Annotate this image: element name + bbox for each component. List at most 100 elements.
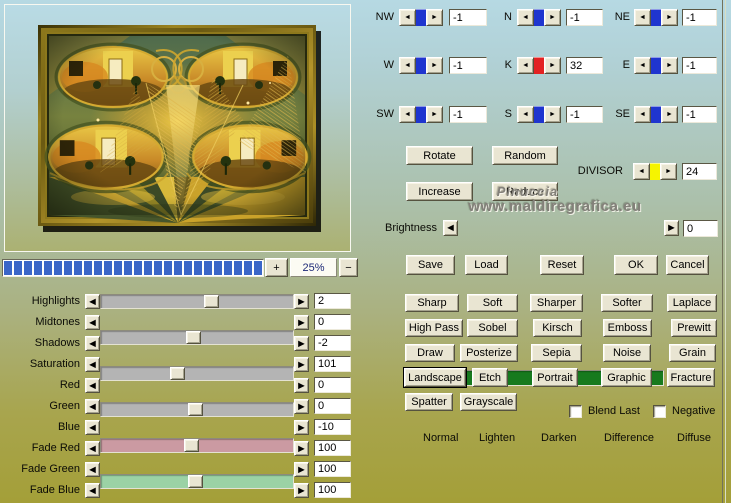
spinner-right-arrow[interactable]: ► <box>426 57 443 74</box>
slider-right-arrow[interactable]: ► <box>294 357 309 372</box>
spinner-left-arrow[interactable]: ◄ <box>634 57 651 74</box>
slider-value-green[interactable]: 0 <box>314 398 351 414</box>
slider-thumb[interactable] <box>185 331 201 344</box>
filter-grain-button[interactable]: Grain <box>669 344 716 362</box>
kernel-value-ne[interactable]: -1 <box>682 9 717 26</box>
spinner-left-arrow[interactable]: ◄ <box>634 9 651 26</box>
increase-button[interactable]: Increase <box>406 182 473 201</box>
slider-left-arrow[interactable]: ◄ <box>85 378 100 393</box>
slider-left-arrow[interactable]: ◄ <box>85 294 100 309</box>
slider-right-arrow[interactable]: ► <box>294 336 309 351</box>
spinner-right-arrow[interactable]: ► <box>544 106 561 123</box>
slider-value-fade-green[interactable]: 100 <box>314 461 351 477</box>
slider-value-red[interactable]: 0 <box>314 377 351 393</box>
spinner-right-arrow[interactable]: ► <box>544 57 561 74</box>
spinner-left-arrow[interactable]: ◄ <box>399 57 416 74</box>
spinner-left-arrow[interactable]: ◄ <box>634 106 651 123</box>
spinner-right-arrow[interactable]: ► <box>660 163 677 180</box>
rotate-button[interactable]: Rotate <box>406 146 473 165</box>
filter-draw-button[interactable]: Draw <box>405 344 455 362</box>
filter-posterize-button[interactable]: Posterize <box>460 344 518 362</box>
slider-right-arrow[interactable]: ► <box>294 378 309 393</box>
slider-track-shadows[interactable] <box>100 366 294 381</box>
spinner-left-arrow[interactable]: ◄ <box>517 57 534 74</box>
spinner-right-arrow[interactable]: ► <box>661 9 678 26</box>
slider-left-arrow[interactable]: ◄ <box>85 462 100 477</box>
spinner-right-arrow[interactable]: ► <box>426 106 443 123</box>
filter-prewitt-button[interactable]: Prewitt <box>671 319 717 337</box>
kernel-value-e[interactable]: -1 <box>682 57 717 74</box>
reduce-button[interactable]: Reduce <box>492 182 558 201</box>
slider-left-arrow[interactable]: ◄ <box>85 336 100 351</box>
slider-value-midtones[interactable]: 0 <box>314 314 351 330</box>
slider-right-arrow[interactable]: ► <box>294 462 309 477</box>
brightness-right-arrow[interactable]: ► <box>664 220 679 236</box>
filter-sepia-button[interactable]: Sepia <box>531 344 582 362</box>
slider-track-red[interactable] <box>100 438 294 453</box>
filter-high-pass-button[interactable]: High Pass <box>405 319 463 337</box>
slider-left-arrow[interactable]: ◄ <box>85 420 100 435</box>
slider-track-highlights[interactable] <box>100 294 294 309</box>
filter-graphic-button[interactable]: Graphic <box>601 368 652 387</box>
brightness-left-arrow[interactable]: ◄ <box>443 220 458 236</box>
slider-track-midtones[interactable] <box>100 330 294 345</box>
spinner-left-arrow[interactable]: ◄ <box>399 106 416 123</box>
slider-track-green[interactable] <box>100 474 294 489</box>
slider-value-fade-red[interactable]: 100 <box>314 440 351 456</box>
filter-landscape-button[interactable]: Landscape <box>404 368 466 387</box>
spinner-left-arrow[interactable]: ◄ <box>633 163 650 180</box>
random-button[interactable]: Random <box>492 146 558 165</box>
filter-fracture-button[interactable]: Fracture <box>667 368 715 387</box>
filter-emboss-button[interactable]: Emboss <box>603 319 652 337</box>
filter-kirsch-button[interactable]: Kirsch <box>533 319 582 337</box>
slider-right-arrow[interactable]: ► <box>294 441 309 456</box>
slider-thumb[interactable] <box>184 439 200 452</box>
slider-value-fade-blue[interactable]: 100 <box>314 482 351 498</box>
slider-value-blue[interactable]: -10 <box>314 419 351 435</box>
spinner-right-arrow[interactable]: ► <box>544 9 561 26</box>
slider-left-arrow[interactable]: ◄ <box>85 315 100 330</box>
slider-right-arrow[interactable]: ► <box>294 483 309 498</box>
spinner-right-arrow[interactable]: ► <box>661 106 678 123</box>
slider-thumb[interactable] <box>170 367 186 380</box>
filter-etch-button[interactable]: Etch <box>472 368 508 387</box>
spinner-right-arrow[interactable]: ► <box>661 57 678 74</box>
filter-noise-button[interactable]: Noise <box>603 344 651 362</box>
filter-grayscale-button[interactable]: Grayscale <box>460 393 517 411</box>
filter-laplace-button[interactable]: Laplace <box>667 294 717 312</box>
slider-left-arrow[interactable]: ◄ <box>85 357 100 372</box>
slider-value-saturation[interactable]: 101 <box>314 356 351 372</box>
slider-thumb[interactable] <box>203 295 219 308</box>
slider-right-arrow[interactable]: ► <box>294 399 309 414</box>
filter-sharper-button[interactable]: Sharper <box>530 294 583 312</box>
slider-right-arrow[interactable]: ► <box>294 315 309 330</box>
filter-softer-button[interactable]: Softer <box>601 294 653 312</box>
filter-portrait-button[interactable]: Portrait <box>532 368 578 387</box>
slider-left-arrow[interactable]: ◄ <box>85 441 100 456</box>
filter-spatter-button[interactable]: Spatter <box>405 393 453 411</box>
filter-soft-button[interactable]: Soft <box>467 294 518 312</box>
save-button[interactable]: Save <box>406 255 455 275</box>
blend-last-checkbox[interactable] <box>569 405 582 418</box>
spinner-right-arrow[interactable]: ► <box>426 9 443 26</box>
slider-right-arrow[interactable]: ► <box>294 420 309 435</box>
slider-track-saturation[interactable] <box>100 402 294 417</box>
filter-sobel-button[interactable]: Sobel <box>467 319 518 337</box>
cancel-button[interactable]: Cancel <box>666 255 709 275</box>
spinner-left-arrow[interactable]: ◄ <box>517 9 534 26</box>
slider-left-arrow[interactable]: ◄ <box>85 483 100 498</box>
ok-button[interactable]: OK <box>614 255 658 275</box>
negative-checkbox[interactable] <box>653 405 666 418</box>
spinner-left-arrow[interactable]: ◄ <box>399 9 416 26</box>
slider-left-arrow[interactable]: ◄ <box>85 399 100 414</box>
slider-right-arrow[interactable]: ► <box>294 294 309 309</box>
spinner-left-arrow[interactable]: ◄ <box>517 106 534 123</box>
zoom-in-button[interactable]: + <box>265 258 288 277</box>
brightness-value[interactable]: 0 <box>683 220 718 237</box>
slider-value-shadows[interactable]: -2 <box>314 335 351 351</box>
slider-thumb[interactable] <box>187 403 203 416</box>
slider-value-highlights[interactable]: 2 <box>314 293 351 309</box>
zoom-out-button[interactable]: − <box>339 258 358 277</box>
kernel-value-se[interactable]: -1 <box>682 106 717 123</box>
filter-sharp-button[interactable]: Sharp <box>405 294 459 312</box>
